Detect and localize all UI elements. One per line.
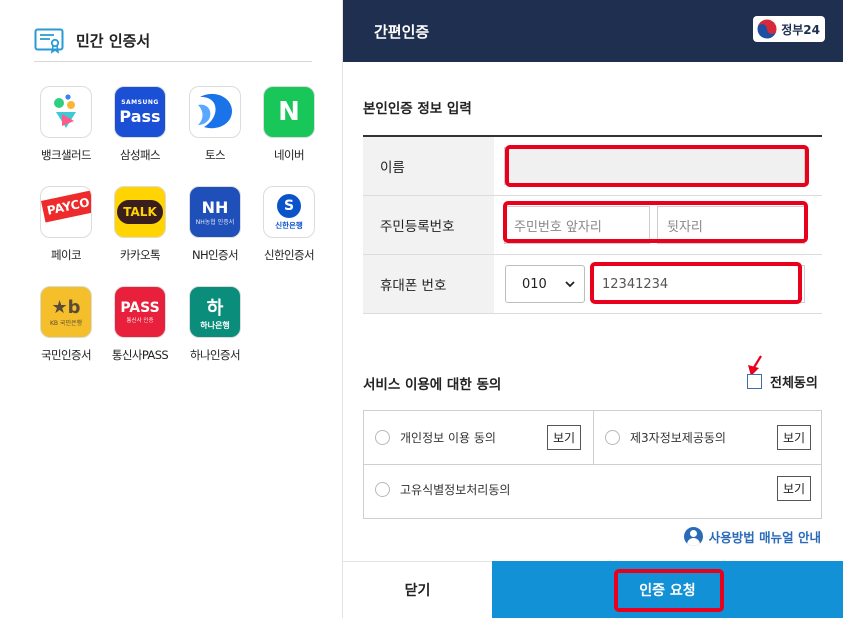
kb-icon: ★b KB 국민은행 — [40, 286, 92, 338]
payco-logo: PAYCO — [41, 187, 91, 223]
all-agree-label: 전체동의 — [770, 376, 818, 391]
app-kb[interactable]: ★b KB 국민은행 국민인증서 — [31, 286, 101, 363]
agree-item-label: 제3자정보제공동의 — [630, 431, 726, 445]
radio-icon — [375, 430, 390, 445]
radio-icon — [605, 430, 620, 445]
app-payco[interactable]: PAYCO 페이코 — [31, 186, 101, 263]
identity-section-title: 본인인증 정보 입력 — [363, 101, 472, 117]
samsung-pass-icon: SAMSUNG Pass — [114, 86, 166, 138]
all-agree-checkbox[interactable]: 전체동의 — [747, 372, 818, 391]
app-name: 페이코 — [51, 248, 82, 262]
simple-auth-header: 간편인증 정부24 — [343, 0, 843, 62]
app-name: NH인증서 — [192, 248, 239, 262]
carrier-prefix-value: 010 — [522, 276, 547, 292]
agree-item-third-party[interactable]: 제3자정보제공동의 — [605, 429, 726, 446]
checkbox-icon — [747, 374, 762, 389]
payco-icon: PAYCO — [40, 186, 92, 238]
view-privacy-button[interactable]: 보기 — [547, 425, 581, 450]
app-name: 신한인증서 — [264, 248, 315, 262]
agree-item-unique-id[interactable]: 고유식별정보처리동의 — [375, 481, 510, 498]
app-toss[interactable]: 토스 — [180, 86, 250, 163]
app-name: 통신사PASS — [111, 348, 169, 362]
app-pass[interactable]: PASS 통신사 인증 통신사PASS — [105, 286, 175, 363]
hana-logo-main: 하 — [206, 297, 224, 319]
simple-auth-title: 간편인증 — [374, 22, 430, 41]
shinhan-icon: S 신한은행 — [263, 186, 315, 238]
samsung-logo-small: SAMSUNG — [121, 98, 159, 106]
samsung-logo-main: Pass — [119, 106, 161, 126]
agreement-list: 개인정보 이용 동의 보기 제3자정보제공동의 보기 고유식별정보처리동의 보기 — [363, 410, 822, 519]
agree-item-label: 개인정보 이용 동의 — [400, 431, 496, 445]
private-cert-header: 민간 인증서 — [34, 20, 312, 62]
name-input[interactable] — [504, 147, 805, 185]
hana-icon: 하 하나은행 — [189, 286, 241, 338]
gov24-text: 정부24 — [781, 22, 820, 37]
pass-logo-small: 통신사 인증 — [126, 318, 154, 324]
simple-auth-panel: 간편인증 정부24 본인인증 정보 입력 이름 주민등록번호 주민번호 앞자리 … — [343, 0, 843, 618]
gov24-logo: 정부24 — [753, 16, 825, 42]
rrn-front-input[interactable]: 주민번호 앞자리 — [504, 206, 650, 244]
app-hana[interactable]: 하 하나은행 하나인증서 — [180, 286, 250, 363]
shinhan-logo-main: S — [277, 193, 301, 218]
agree-item-label: 고유식별정보처리동의 — [400, 483, 511, 497]
kb-logo-main: ★b — [51, 297, 81, 318]
app-name: 삼성패스 — [120, 148, 161, 162]
agree-item-privacy[interactable]: 개인정보 이용 동의 — [375, 429, 496, 446]
app-name: 네이버 — [274, 148, 305, 162]
app-shinhan[interactable]: S 신한은행 신한인증서 — [254, 186, 324, 263]
nh-logo-small: NH농협 인증서 — [195, 219, 235, 226]
rrn-back-input[interactable]: 뒷자리 — [657, 206, 805, 244]
request-auth-button[interactable]: 인증 요청 — [492, 561, 843, 618]
rrn-row: 주민등록번호 주민번호 앞자리 뒷자리 — [363, 196, 822, 255]
close-button[interactable]: 닫기 — [343, 561, 492, 618]
private-cert-panel: 민간 인증서 뱅크샐러드 SAMSUNG Pass 삼성패스 토스 N 네이버 … — [0, 0, 343, 618]
name-row: 이름 — [363, 137, 822, 196]
app-name: 카카오톡 — [120, 248, 161, 262]
private-cert-title: 민간 인증서 — [76, 32, 151, 50]
toss-icon — [189, 86, 241, 138]
app-name: 하나인증서 — [190, 348, 241, 362]
identity-form: 이름 주민등록번호 주민번호 앞자리 뒷자리 휴대폰 번호 010 123412… — [363, 135, 822, 314]
kakao-logo: TALK — [117, 200, 163, 224]
view-third-party-button[interactable]: 보기 — [777, 425, 811, 450]
app-kakaotalk[interactable]: TALK 카카오톡 — [105, 186, 175, 263]
name-label: 이름 — [363, 137, 494, 195]
agreement-title: 서비스 이용에 대한 동의 — [363, 377, 502, 393]
nh-logo-main: NH — [201, 198, 229, 217]
manual-link-label: 사용방법 매뉴얼 안내 — [708, 530, 821, 545]
manual-link[interactable]: 사용방법 매뉴얼 안내 — [683, 527, 821, 546]
pass-logo-main: PASS — [120, 300, 160, 316]
app-nh[interactable]: NH NH농협 인증서 NH인증서 — [180, 186, 250, 263]
pass-icon: PASS 통신사 인증 — [114, 286, 166, 338]
app-name: 국민인증서 — [41, 348, 92, 362]
rrn-label: 주민등록번호 — [363, 196, 494, 254]
phone-label: 휴대폰 번호 — [363, 255, 494, 313]
banksalad-icon — [40, 86, 92, 138]
nh-icon: NH NH농협 인증서 — [189, 186, 241, 238]
chevron-down-icon — [565, 281, 575, 288]
app-samsung-pass[interactable]: SAMSUNG Pass 삼성패스 — [105, 86, 175, 163]
shinhan-logo-small: 신한은행 — [275, 220, 303, 230]
app-name: 토스 — [205, 148, 226, 162]
app-naver[interactable]: N 네이버 — [254, 86, 324, 163]
radio-icon — [375, 482, 390, 497]
app-banksalad[interactable]: 뱅크샐러드 — [31, 86, 101, 163]
carrier-prefix-select[interactable]: 010 — [505, 265, 585, 303]
certificate-icon — [34, 28, 64, 54]
user-guide-icon — [683, 527, 703, 546]
naver-icon: N — [263, 86, 315, 138]
hana-logo-small: 하나은행 — [200, 320, 230, 330]
kb-logo-small: KB 국민은행 — [49, 320, 83, 327]
view-unique-id-button[interactable]: 보기 — [777, 476, 811, 501]
taegeuk-icon — [756, 18, 778, 40]
kakaotalk-icon: TALK — [114, 186, 166, 238]
app-name: 뱅크샐러드 — [41, 148, 92, 162]
phone-row: 휴대폰 번호 010 12341234 — [363, 255, 822, 314]
phone-input[interactable]: 12341234 — [592, 265, 805, 303]
